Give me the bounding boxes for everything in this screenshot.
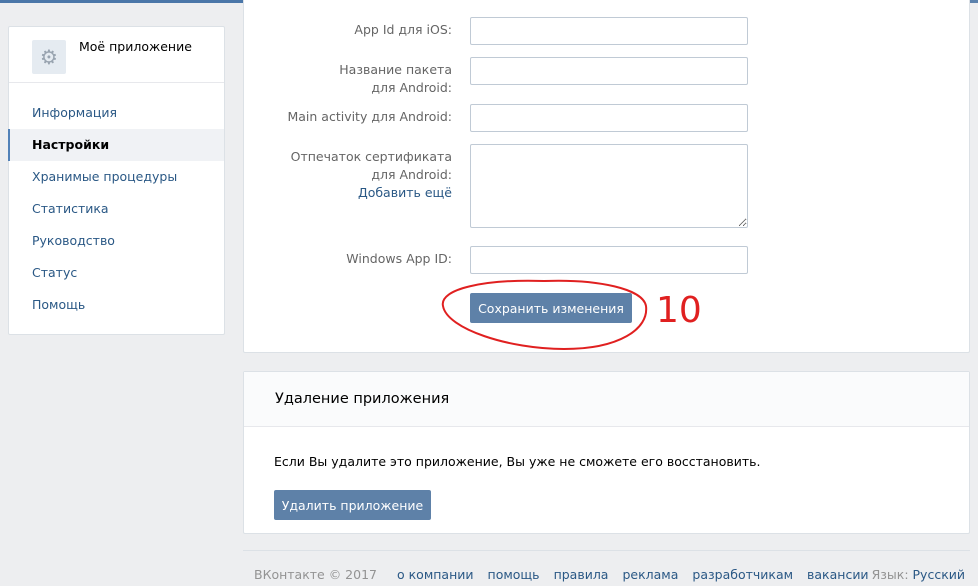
- app-sidebar: ⚙ Моё приложение Информация Настройки Хр…: [8, 26, 225, 335]
- annotation-number: 10: [656, 290, 702, 331]
- windows-app-id-input[interactable]: [470, 246, 748, 274]
- page-footer: ВКонтакте © 2017 о компании помощь прави…: [243, 550, 970, 586]
- footer-link-ads[interactable]: реклама: [622, 567, 678, 582]
- save-changes-button[interactable]: Сохранить изменения: [470, 293, 632, 323]
- delete-warning-text: Если Вы удалите это приложение, Вы уже н…: [274, 454, 761, 469]
- android-activity-input[interactable]: [470, 104, 748, 132]
- add-more-link[interactable]: Добавить ещё: [232, 184, 452, 202]
- footer-link-rules[interactable]: правила: [554, 567, 609, 582]
- sidebar-item-statistics[interactable]: Статистика: [9, 193, 224, 225]
- delete-app-card: Удаление приложения Если Вы удалите это …: [243, 371, 970, 534]
- ios-app-id-input[interactable]: [470, 17, 748, 45]
- footer-links: о компании помощь правила реклама разраб…: [397, 567, 869, 582]
- gear-icon: ⚙: [32, 40, 66, 74]
- app-name: Моё приложение: [79, 39, 192, 54]
- app-nav: Информация Настройки Хранимые процедуры …: [8, 83, 224, 321]
- ios-app-id-label: App Id для iOS:: [354, 22, 452, 37]
- android-cert-label-line1: Отпечаток сертификата: [290, 149, 452, 164]
- android-package-input[interactable]: [470, 57, 748, 85]
- language-label: Язык:: [871, 567, 909, 582]
- sidebar-item-stored-procedures[interactable]: Хранимые процедуры: [9, 161, 224, 193]
- language-selector[interactable]: Русский: [913, 567, 965, 582]
- android-package-label-line1: Название пакета: [339, 62, 452, 77]
- windows-app-id-label: Windows App ID:: [346, 251, 452, 266]
- footer-link-help[interactable]: помощь: [488, 567, 540, 582]
- delete-section-title: Удаление приложения: [244, 372, 969, 427]
- footer-link-developers[interactable]: разработчикам: [692, 567, 793, 582]
- android-package-label-line2: для Android:: [371, 80, 452, 95]
- sidebar-item-help[interactable]: Помощь: [9, 289, 224, 321]
- footer-language: Язык: Русский: [872, 567, 965, 582]
- sidebar-item-settings[interactable]: Настройки: [8, 129, 224, 161]
- android-cert-label: Отпечаток сертификата для Android: Добав…: [232, 148, 452, 202]
- android-cert-textarea[interactable]: [470, 144, 748, 228]
- android-package-label: Название пакета для Android:: [232, 61, 452, 97]
- android-activity-label: Main activity для Android:: [287, 109, 452, 124]
- footer-link-jobs[interactable]: вакансии: [807, 567, 869, 582]
- footer-copyright: ВКонтакте © 2017: [254, 567, 377, 582]
- app-header[interactable]: ⚙ Моё приложение: [9, 27, 224, 83]
- footer-link-about[interactable]: о компании: [397, 567, 474, 582]
- settings-card: App Id для iOS: Название пакета для Andr…: [243, 0, 970, 353]
- android-cert-label-line2: для Android:: [371, 167, 452, 182]
- sidebar-item-status[interactable]: Статус: [9, 257, 224, 289]
- delete-app-button[interactable]: Удалить приложение: [274, 490, 431, 520]
- sidebar-item-guide[interactable]: Руководство: [9, 225, 224, 257]
- sidebar-item-info[interactable]: Информация: [9, 97, 224, 129]
